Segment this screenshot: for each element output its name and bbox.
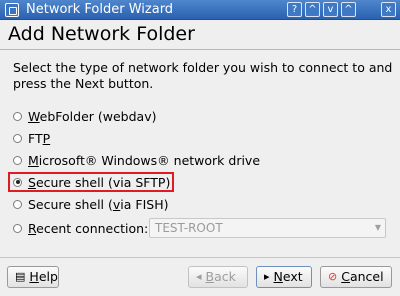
help-titlebar-button[interactable]: ? (287, 2, 302, 17)
back-button-label: Back (205, 269, 236, 284)
cancel-icon: ⊘ (328, 270, 338, 283)
minimize-button[interactable]: v (323, 2, 338, 17)
option-windows-label: Microsoft® Windows® network drive (28, 152, 261, 168)
help-button[interactable]: ▤ Help (7, 266, 59, 288)
option-webfolder-label: WebFolder (webdav) (28, 108, 157, 124)
option-ftp-label: FTP (28, 130, 51, 146)
next-button[interactable]: ▸ Next (256, 266, 312, 288)
radio-sftp[interactable] (13, 177, 22, 187)
close-button[interactable]: x (381, 2, 396, 17)
title-bar[interactable]: Network Folder Wizard ? ^ v ^ x (0, 0, 400, 20)
maximize-button[interactable]: ^ (341, 2, 356, 17)
option-webfolder[interactable]: WebFolder (webdav) (13, 107, 156, 125)
radio-fish[interactable] (13, 199, 22, 209)
next-button-label: Next (273, 269, 303, 284)
app-menu-icon[interactable] (5, 3, 19, 17)
recent-connection-value: TEST-ROOT (155, 221, 223, 235)
cancel-button-label: Cancel (341, 269, 384, 284)
option-sftp[interactable]: Secure shell (via SFTP) (13, 173, 170, 191)
option-ftp[interactable]: FTP (13, 129, 50, 147)
option-recent-label: Recent connection: (28, 220, 149, 236)
help-icon: ▤ (15, 270, 26, 283)
option-sftp-label: Secure shell (via SFTP) (28, 174, 171, 190)
radio-ftp[interactable] (13, 133, 22, 143)
page-title: Add Network Folder (8, 23, 195, 45)
shade-button[interactable]: ^ (305, 2, 320, 17)
window-title: Network Folder Wizard (26, 2, 174, 17)
recent-connection-combo[interactable]: TEST-ROOT ▼ (149, 218, 386, 238)
radio-webfolder[interactable] (13, 111, 22, 121)
option-fish-label: Secure shell (via FISH) (28, 196, 169, 212)
cancel-button[interactable]: ⊘ Cancel (320, 266, 392, 288)
header-divider (0, 49, 400, 50)
help-button-label: Help (29, 269, 58, 284)
back-button[interactable]: ◂ Back (188, 266, 248, 288)
back-arrow-icon: ◂ (196, 270, 202, 283)
option-windows[interactable]: Microsoft® Windows® network drive (13, 151, 260, 169)
radio-recent[interactable] (13, 223, 22, 233)
chevron-down-icon: ▼ (374, 223, 381, 232)
radio-windows[interactable] (13, 155, 22, 165)
footer-divider (0, 257, 400, 258)
option-fish[interactable]: Secure shell (via FISH) (13, 195, 168, 213)
option-recent[interactable]: Recent connection: (13, 219, 148, 237)
instructions-text: Select the type of network folder you wi… (13, 60, 393, 91)
next-arrow-icon: ▸ (264, 270, 270, 283)
